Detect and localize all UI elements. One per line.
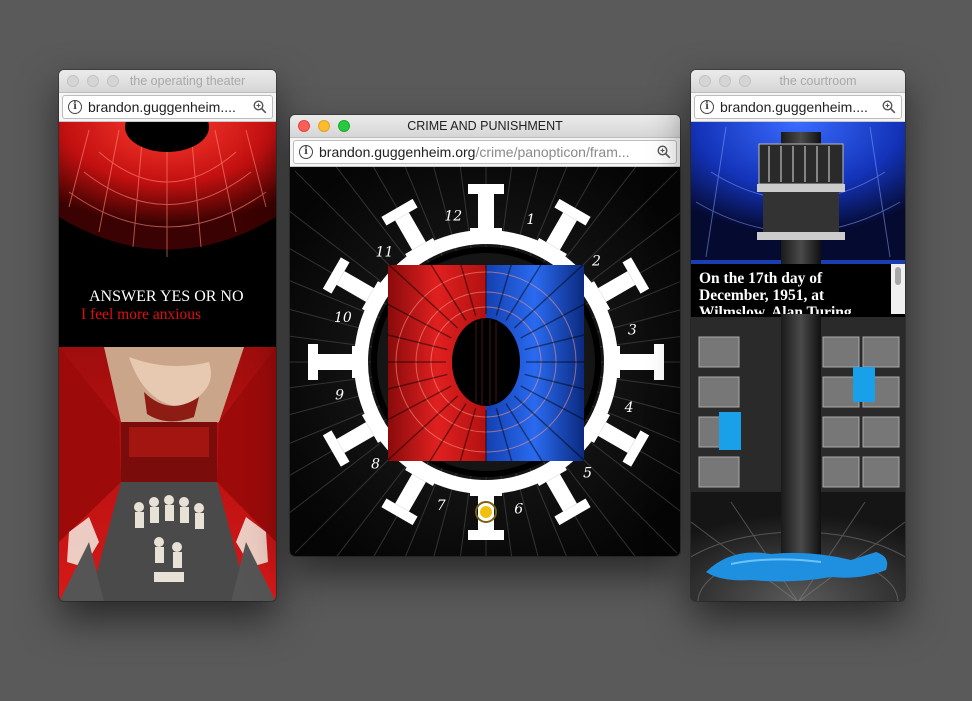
info-icon[interactable]: i <box>299 145 313 159</box>
clock-numeral: 7 <box>437 498 446 514</box>
clock-numeral: 1 <box>526 212 535 228</box>
url-path: /crime/panopticon/fram... <box>475 144 630 160</box>
clock-numeral: 12 <box>444 209 462 225</box>
panopticon-artwork[interactable]: 123456789101112 <box>290 167 680 556</box>
clock-numeral: 10 <box>334 310 352 326</box>
zoom-icon[interactable] <box>882 100 896 114</box>
scroll-text-panel[interactable]: On the 17th day of December, 1951, at Wi… <box>691 264 891 314</box>
url-text: brandon.guggenheim.... <box>720 99 868 115</box>
url-text: brandon.guggenheim.... <box>88 99 236 115</box>
window-operating-theater[interactable]: the operating theater i brandon.guggenhe… <box>59 70 276 601</box>
courtroom-artwork[interactable] <box>691 122 905 601</box>
story-text: On the 17th day of December, 1951, at Wi… <box>699 270 852 314</box>
address-bar: i brandon.guggenheim.org/crime/panoptico… <box>290 138 680 167</box>
page-content: On the 17th day of December, 1951, at Wi… <box>691 122 905 601</box>
operating-theater-artwork[interactable] <box>59 122 276 601</box>
window-title: the courtroom <box>779 74 857 88</box>
info-icon[interactable]: i <box>700 100 714 114</box>
window-title: the operating theater <box>129 74 246 88</box>
page-content: 1 2 3 4 5 6 7 8 9 10 11 12 <box>290 167 680 556</box>
clock-numeral: 4 <box>624 400 634 416</box>
window-crime-and-punishment[interactable]: CRIME AND PUNISHMENT i brandon.guggenhei… <box>290 115 680 556</box>
statement-text[interactable]: I feel more anxious <box>81 306 201 324</box>
url-field[interactable]: i brandon.guggenheim.... <box>694 95 902 119</box>
url-field[interactable]: i brandon.guggenheim.org/crime/panoptico… <box>293 140 677 164</box>
zoom-icon[interactable] <box>657 145 671 159</box>
clock-numeral: 2 <box>591 253 601 269</box>
zoom-icon[interactable] <box>253 100 267 114</box>
url-text: brandon.guggenheim.org/crime/panopticon/… <box>319 144 652 160</box>
address-bar: i brandon.guggenheim.... <box>691 93 905 122</box>
clock-numeral: 6 <box>514 501 523 517</box>
clock-numeral: 9 <box>335 388 344 404</box>
scrollbar-thumb[interactable] <box>895 267 901 285</box>
clock-numeral: 3 <box>628 322 637 338</box>
scrollbar[interactable] <box>891 264 905 314</box>
question-text: ANSWER YES OR NO <box>89 288 244 305</box>
clock-numeral: 11 <box>376 245 394 261</box>
window-courtroom[interactable]: the courtroom i brandon.guggenheim.... O… <box>691 70 905 601</box>
page-content: ANSWER YES OR NO I feel more anxious <box>59 122 276 601</box>
clock-numeral: 8 <box>371 457 380 473</box>
titlebar[interactable]: CRIME AND PUNISHMENT <box>290 115 680 138</box>
titlebar[interactable]: the courtroom <box>691 70 905 93</box>
titlebar[interactable]: the operating theater <box>59 70 276 93</box>
url-field[interactable]: i brandon.guggenheim.... <box>62 95 273 119</box>
info-icon[interactable]: i <box>68 100 82 114</box>
window-title: CRIME AND PUNISHMENT <box>407 119 563 133</box>
url-host: brandon.guggenheim.org <box>319 144 476 160</box>
clock-numeral: 5 <box>583 465 592 481</box>
address-bar: i brandon.guggenheim.... <box>59 93 276 122</box>
